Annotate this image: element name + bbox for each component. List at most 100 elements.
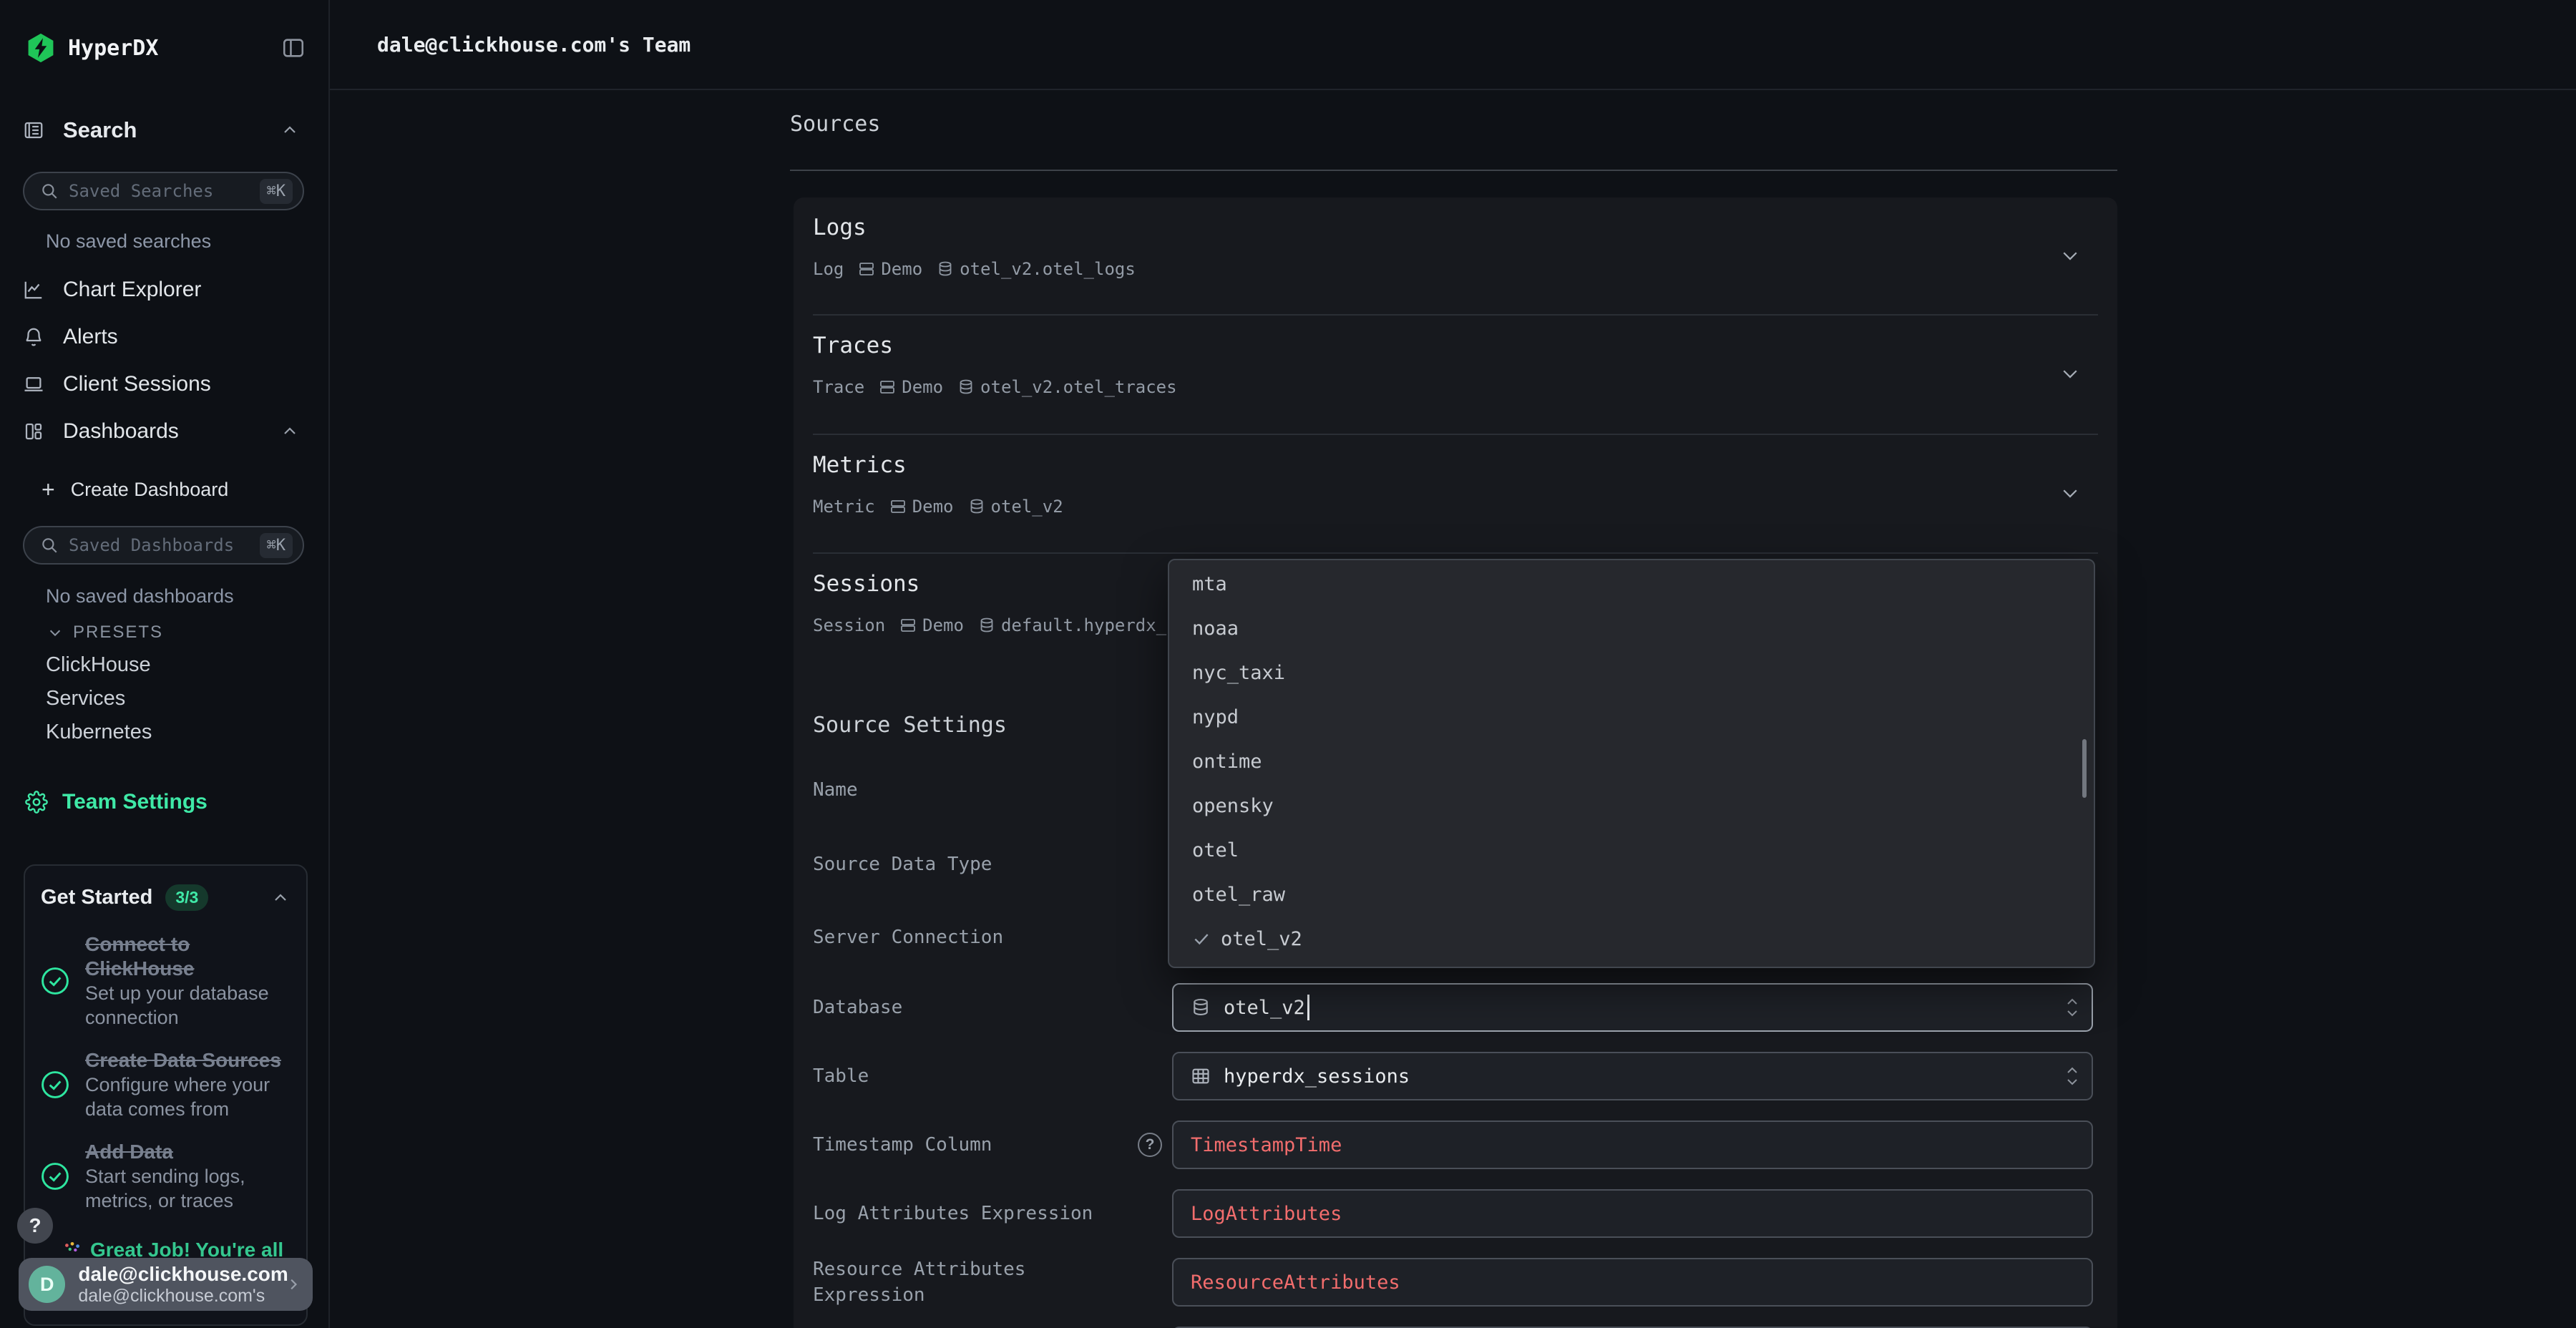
sidebar-item-client-sessions[interactable]: Client Sessions [0, 361, 328, 408]
nav-label: Client Sessions [63, 372, 211, 396]
sidebar-item-team-settings[interactable]: Team Settings [0, 784, 328, 820]
chevron-down-icon[interactable] [2059, 363, 2081, 384]
option-label: otel_v2 [1221, 928, 1302, 950]
field-label: Server Connection [813, 924, 1003, 950]
page-header: dale@clickhouse.com's Team [330, 0, 2576, 90]
sidebar-item-dashboards[interactable]: Dashboards [0, 408, 328, 455]
nav-label: Dashboards [63, 419, 179, 444]
source-connection: Demo [879, 377, 943, 397]
field-label: Timestamp Column [813, 1132, 992, 1158]
option-label: noaa [1192, 617, 1239, 640]
dropdown-option-otel_raw[interactable]: otel_raw [1169, 872, 2094, 917]
source-type: Trace [813, 377, 864, 397]
congrats-message: Great Job! You're all [63, 1240, 299, 1260]
table-name: otel_v2 [991, 497, 1063, 517]
chevron-down-icon[interactable] [2059, 482, 2081, 504]
chevron-down-icon[interactable] [2059, 245, 2081, 266]
shortcut-badge: ⌘K [260, 533, 293, 558]
connection-name: Demo [922, 615, 964, 635]
chevron-up-icon[interactable] [281, 122, 298, 139]
get-started-item-title: Create Data Sources [85, 1048, 293, 1073]
database-icon [937, 260, 954, 278]
dropdown-option-otel[interactable]: otel [1169, 828, 2094, 872]
dropdown-option-noaa[interactable]: noaa [1169, 606, 2094, 650]
dropdown-option-mta[interactable]: mta [1169, 562, 2094, 606]
form-row-resource-attributes: Resource Attributes Expression ResourceA… [813, 1248, 2098, 1317]
source-type: Log [813, 259, 844, 279]
resource-attributes-input[interactable]: ResourceAttributes [1172, 1258, 2093, 1307]
table-select[interactable]: hyperdx_sessions [1172, 1052, 2093, 1100]
preset-label: ClickHouse [46, 653, 151, 677]
preset-item-kubernetes[interactable]: Kubernetes [0, 716, 328, 749]
preset-item-clickhouse[interactable]: ClickHouse [0, 648, 328, 682]
database-icon [978, 617, 995, 634]
get-started-progress-badge: 3/3 [165, 884, 208, 911]
main-content: Sources Logs Log Demo otel_v2.otel_logs [330, 92, 2576, 1328]
preset-item-services[interactable]: Services [0, 682, 328, 716]
source-table: otel_v2.otel_logs [937, 259, 1136, 279]
get-started-item-sources[interactable]: Create Data Sources Configure where your… [39, 1048, 293, 1121]
field-label: Name [813, 777, 858, 803]
log-attributes-input[interactable]: LogAttributes [1172, 1189, 2093, 1238]
shortcut-badge: ⌘K [260, 179, 293, 204]
help-icon[interactable]: ? [1138, 1133, 1162, 1157]
user-menu[interactable]: D dale@clickhouse.com dale@clickhouse.co… [19, 1258, 313, 1311]
chevron-up-icon[interactable] [272, 889, 289, 907]
get-started-title: Get Started [41, 886, 152, 909]
app-name: HyperDX [68, 36, 158, 61]
sidebar-item-search[interactable]: Search [0, 114, 328, 146]
server-icon [899, 617, 917, 634]
option-label: mta [1192, 573, 1227, 595]
dropdown-scrollbar[interactable] [2082, 739, 2087, 798]
saved-dashboards-input[interactable]: Saved Dashboards ⌘K [23, 526, 304, 565]
avatar-initial: D [40, 1274, 54, 1296]
option-label: otel_raw [1192, 884, 1285, 906]
chevron-right-icon [286, 1276, 301, 1292]
option-label: otel [1192, 839, 1239, 861]
log-attributes-value: LogAttributes [1191, 1203, 1342, 1225]
source-connection: Demo [889, 497, 954, 517]
create-dashboard-button[interactable]: + Create Dashboard [0, 472, 328, 507]
dropdown-option-ontime[interactable]: ontime [1169, 739, 2094, 783]
help-glyph: ? [1146, 1136, 1155, 1153]
logo-row: HyperDX [25, 31, 306, 64]
timestamp-column-input[interactable]: TimestampTime [1172, 1120, 2093, 1169]
laptop-icon [23, 374, 44, 395]
nav-label: Chart Explorer [63, 278, 201, 302]
saved-searches-input[interactable]: Saved Searches ⌘K [23, 172, 304, 210]
database-value: otel_v2 [1224, 997, 1305, 1019]
presets-list: ClickHouse Services Kubernetes [0, 648, 328, 749]
chevron-up-icon[interactable] [281, 423, 298, 440]
page: HyperDX Search Saved Searches ⌘K No save… [0, 0, 2576, 1328]
sidebar-item-alerts[interactable]: Alerts [0, 313, 328, 361]
chevron-down-icon [47, 625, 63, 640]
get-started-item-connect[interactable]: Connect to ClickHouse Set up your databa… [39, 932, 293, 1030]
select-stepper-icon[interactable] [2066, 985, 2079, 1030]
source-title: Metrics [813, 435, 2098, 478]
preset-label: Kubernetes [46, 721, 152, 744]
congrats-text: Great Job! You're all [90, 1240, 283, 1260]
user-email: dale@clickhouse.com [78, 1263, 286, 1286]
option-label: nypd [1192, 706, 1239, 728]
dropdown-option-opensky[interactable]: opensky [1169, 783, 2094, 828]
dropdown-option-nyc_taxi[interactable]: nyc_taxi [1169, 650, 2094, 695]
presets-toggle[interactable]: PRESETS [0, 618, 328, 647]
connection-name: Demo [881, 259, 922, 279]
get-started-item-add-data[interactable]: Add Data Start sending logs, metrics, or… [39, 1140, 293, 1213]
presets-label: PRESETS [73, 622, 163, 643]
sidebar-collapse-icon[interactable] [281, 36, 306, 60]
help-button[interactable]: ? [17, 1208, 53, 1244]
check-circle-icon [39, 965, 71, 997]
table-icon [1191, 1066, 1211, 1086]
select-stepper-icon[interactable] [2066, 1053, 2079, 1099]
connection-name: Demo [902, 377, 943, 397]
get-started-items: Connect to ClickHouse Set up your databa… [25, 911, 306, 1213]
database-select[interactable]: otel_v2 [1172, 983, 2093, 1032]
dropdown-option-otel_v2-selected[interactable]: otel_v2 [1169, 917, 2094, 961]
saved-searches-placeholder: Saved Searches [69, 181, 213, 201]
user-team: dale@clickhouse.com's [78, 1286, 286, 1307]
dropdown-option-nypd[interactable]: nypd [1169, 695, 2094, 739]
sidebar-item-chart-explorer[interactable]: Chart Explorer [0, 266, 328, 313]
form-row-table: Table hyperdx_sessions [813, 1042, 2098, 1110]
create-dashboard-label: Create Dashboard [71, 479, 229, 501]
